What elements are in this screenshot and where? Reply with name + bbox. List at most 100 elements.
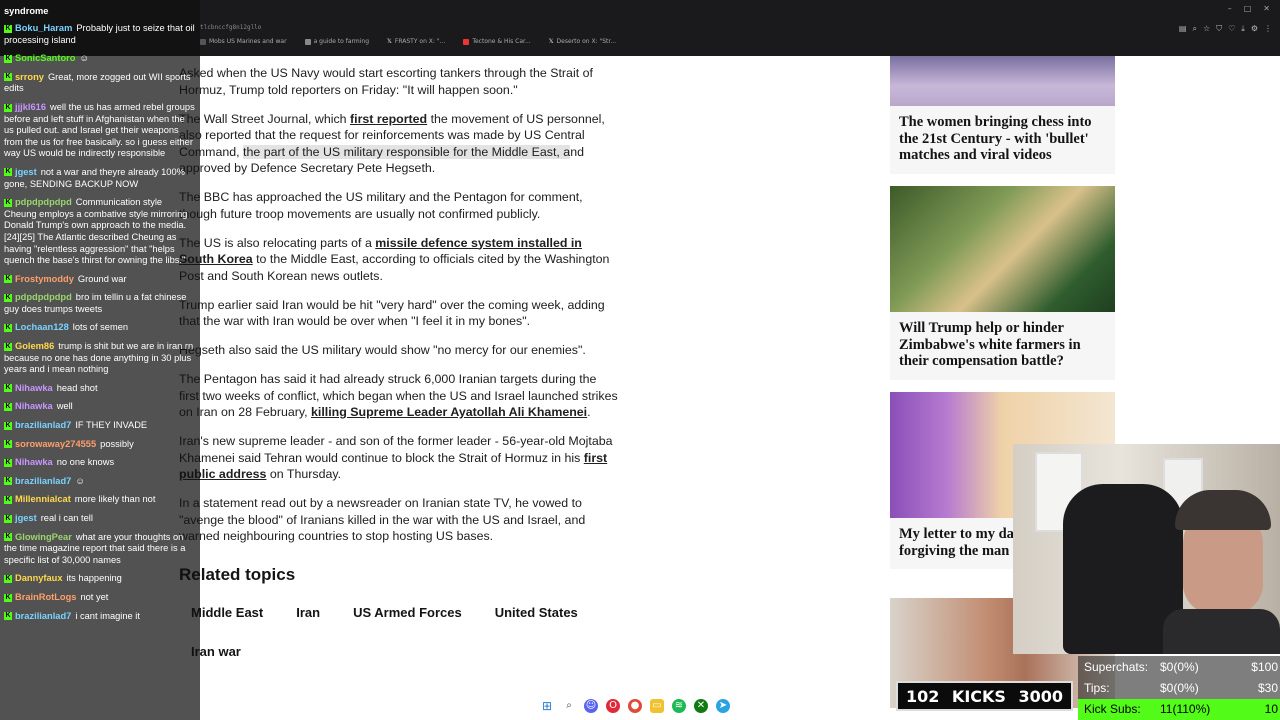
kicks-count: 102 bbox=[906, 686, 940, 706]
kick-badge-icon: K bbox=[4, 514, 12, 523]
opera-icon[interactable]: O bbox=[606, 699, 620, 713]
screen: – □ ✕ tlcbnccfg8n12gllo ▤ ⌕ ☆ ⛉ ♡ ⤓ ⚙ ⋮ … bbox=[0, 0, 1280, 720]
close-icon[interactable]: ✕ bbox=[1263, 4, 1270, 13]
shield-icon[interactable]: ⛉ bbox=[1216, 24, 1222, 34]
chat-message: K BrainRotLogs not yet bbox=[4, 591, 109, 602]
favicon-icon bbox=[200, 38, 206, 45]
kick-badge-icon: K bbox=[4, 421, 12, 430]
card-image bbox=[890, 56, 1115, 106]
topic-iran[interactable]: Iran bbox=[284, 598, 333, 626]
bookmark-item[interactable]: Mobs US Marines and war bbox=[200, 38, 287, 45]
minimize-icon[interactable]: – bbox=[1228, 4, 1232, 13]
x-logo-icon: 𝕏 bbox=[387, 38, 392, 45]
kick-badge-icon: K bbox=[4, 593, 12, 602]
topic-united-states[interactable]: United States bbox=[482, 598, 590, 626]
bookmark-icon[interactable]: ☆ bbox=[1203, 24, 1210, 34]
related-topics-heading: Related topics bbox=[179, 564, 296, 584]
paragraph: Iran's new supreme leader - and son of t… bbox=[179, 434, 613, 481]
xbox-icon[interactable]: ✕ bbox=[694, 699, 708, 713]
heart-icon[interactable]: ♡ bbox=[1228, 24, 1235, 34]
emote-icon: ☺ bbox=[79, 53, 89, 64]
promo-card[interactable]: Will Trump help or hinder Zimbabwe's whi… bbox=[890, 186, 1115, 380]
address-bar[interactable]: tlcbnccfg8n12gllo bbox=[200, 24, 261, 31]
bookmark-item[interactable]: 𝕏 Deserto on X: "Str... bbox=[549, 38, 616, 45]
kick-badge-icon: K bbox=[4, 402, 12, 411]
start-icon[interactable]: ⊞ bbox=[540, 699, 554, 713]
chat-message: K Nihawka well bbox=[4, 401, 73, 412]
bookmark-item[interactable]: Tectone & His Car... bbox=[463, 38, 531, 45]
paragraph: The Pentagon has said it had already str… bbox=[179, 372, 618, 419]
kick-badge-icon: K bbox=[4, 384, 12, 393]
chat-message: K Boku_Haram Probably just to seize that o… bbox=[4, 23, 195, 45]
bookmark-item[interactable]: a guide to farming bbox=[304, 38, 369, 45]
article-body: Asked when the US Navy would start escor… bbox=[179, 56, 619, 665]
paragraph: The Wall Street Journal, which first rep… bbox=[179, 111, 605, 176]
stat-tips: Tips: $0(0%) $30 bbox=[1084, 681, 1278, 695]
x-logo-icon: 𝕏 bbox=[548, 38, 554, 45]
topic-us-armed-forces[interactable]: US Armed Forces bbox=[341, 598, 474, 626]
favicon-icon bbox=[304, 38, 311, 45]
discord-icon[interactable]: ☺ bbox=[584, 699, 598, 713]
zoom-icon[interactable]: ⌕ bbox=[1192, 24, 1196, 34]
kick-badge-icon: K bbox=[4, 440, 12, 449]
chat-message-list: K Boku_Haram Probably just to seize that o… bbox=[0, 23, 200, 629]
extensions-icon[interactable]: ⚙ bbox=[1251, 24, 1258, 34]
link-killing-khamenei[interactable]: killing Supreme Leader Ayatollah Ali Kha… bbox=[311, 405, 587, 419]
webcam-feed bbox=[1013, 444, 1280, 654]
kicks-label: KICKS bbox=[951, 686, 1006, 706]
bookmark-item[interactable]: 𝕏 FRASTY on X: "... bbox=[387, 38, 445, 45]
card-title: Will Trump help or hinder Zimbabwe's whi… bbox=[899, 320, 1081, 369]
paragraph: Hegseth also said the US military would … bbox=[179, 343, 586, 357]
link-first-reported[interactable]: first reported bbox=[350, 112, 427, 126]
youtube-icon bbox=[463, 38, 470, 45]
chat-message: Kbrazilianlad7 ☺ bbox=[4, 475, 85, 486]
kick-badge-icon: K bbox=[4, 458, 12, 467]
promo-card[interactable]: The women bringing chess into the 21st C… bbox=[890, 56, 1115, 174]
card-title: The women bringing chess into the 21st C… bbox=[899, 114, 1092, 163]
paragraph: Trump earlier said Iran would be hit "ve… bbox=[179, 297, 605, 329]
kick-badge-icon: K bbox=[4, 293, 12, 302]
chat-message: K Nihawka no one knows bbox=[4, 457, 115, 468]
taskbar: ⊞ ⌕ ☺ O ● ▭ ≋ ✕ ➤ bbox=[540, 699, 730, 713]
kick-badge-icon: K bbox=[4, 103, 12, 112]
spotify-icon[interactable]: ≋ bbox=[672, 699, 686, 713]
chat-message: K SonicSantoro ☺ bbox=[4, 53, 89, 64]
stream-chat-panel: syndrome K Boku_Haram Probably just to sei… bbox=[0, 0, 200, 720]
telegram-icon[interactable]: ➤ bbox=[716, 699, 730, 713]
kick-badge-icon: K bbox=[4, 495, 12, 504]
download-icon[interactable]: ⤓ bbox=[1241, 24, 1245, 34]
chat-message: Kpdpdpdpdpd bro im tellin u a fat chinese… bbox=[4, 292, 187, 314]
chat-message: Kbrazilianlad7 i cant imagine it bbox=[4, 610, 140, 621]
menu-icon[interactable]: ⋮ bbox=[1264, 24, 1272, 34]
paragraph: In a statement read out by a newsreader … bbox=[179, 496, 586, 543]
chat-message-fragment: syndrome bbox=[4, 6, 49, 16]
related-topics-list: Middle East Iran US Armed Forces United … bbox=[179, 598, 599, 665]
kick-badge-icon: K bbox=[4, 533, 12, 542]
kick-badge-icon: K bbox=[4, 324, 12, 333]
kick-badge-icon: K bbox=[4, 24, 12, 33]
streamer-hat bbox=[1175, 490, 1271, 530]
emote-icon: ☺ bbox=[75, 475, 85, 486]
kick-badge-icon: K bbox=[4, 198, 12, 207]
chat-message: Kjjjkl616 well the us has armed rebel gro… bbox=[4, 101, 195, 159]
paragraph: The US is also relocating parts of a mis… bbox=[179, 235, 610, 283]
kicks-counter: 102 KICKS 3000 bbox=[896, 681, 1073, 711]
chat-message: Kjgest not a war and theyre already 100% … bbox=[4, 166, 185, 189]
kick-badge-icon: K bbox=[4, 342, 12, 351]
chat-message: Kjgest real i can tell bbox=[4, 513, 93, 523]
card-image bbox=[890, 186, 1115, 312]
text-selection: the part of the US military responsible … bbox=[243, 144, 571, 159]
chat-message: K Nihawka head shot bbox=[4, 382, 98, 393]
search-icon[interactable]: ⌕ bbox=[562, 699, 576, 713]
folder-icon[interactable]: ▭ bbox=[650, 699, 664, 713]
chat-message: Ksorowaway274555 possibly bbox=[4, 438, 134, 449]
paragraph: The BBC has approached the US military a… bbox=[179, 190, 583, 221]
chrome-icon[interactable]: ● bbox=[628, 699, 642, 713]
reader-icon[interactable]: ▤ bbox=[1179, 24, 1187, 34]
chat-message: K Frostymoddy Ground war bbox=[4, 273, 127, 284]
kick-badge-icon: K bbox=[4, 54, 12, 63]
bookmarks-bar: Mobs US Marines and war a guide to farmi… bbox=[200, 38, 616, 45]
kick-badge-icon: K bbox=[4, 477, 12, 486]
maximize-icon[interactable]: □ bbox=[1244, 4, 1252, 13]
kick-badge-icon: K bbox=[4, 275, 12, 284]
